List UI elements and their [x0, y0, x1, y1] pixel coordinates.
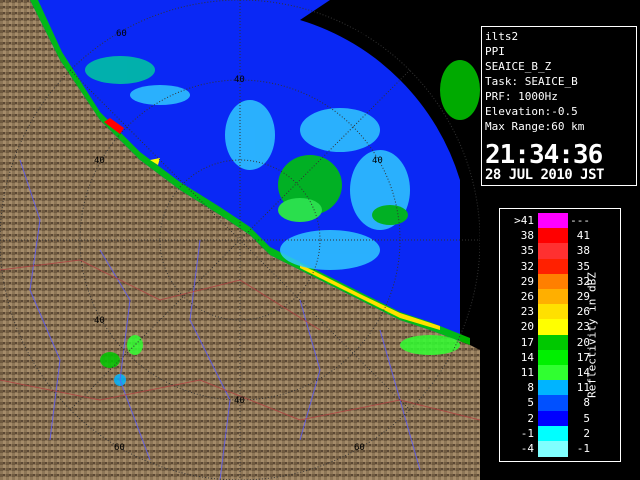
legend-max-label: 5 — [583, 411, 590, 425]
legend-color-swatch — [538, 289, 568, 305]
scan-date: 28 JUL 2010 JST — [485, 167, 604, 183]
legend-min-label: 32 — [520, 259, 534, 273]
ring-label: 60 — [354, 443, 365, 453]
scan-time: 21:34:36 — [485, 140, 603, 170]
ring-label: 40 — [94, 156, 105, 166]
legend-max-label: 8 — [583, 396, 590, 410]
ring-label: 40 — [372, 156, 383, 166]
radar-name: ilts2 — [485, 30, 519, 43]
ring-label: 60 — [116, 29, 127, 39]
product-name: SEAICE_B_Z — [485, 60, 552, 73]
legend-color-swatch — [538, 425, 568, 442]
ring-label: 40 — [234, 75, 245, 85]
legend-color-swatch — [538, 319, 568, 336]
legend-max-label: 29 — [576, 290, 590, 303]
legend-max-label: 35 — [576, 259, 590, 273]
legend-min-label: -1 — [520, 426, 534, 440]
ring-label: 60 — [354, 29, 365, 39]
legend-min-label: 8 — [527, 381, 534, 395]
scan-info-panel: ilts2 PPI SEAICE_B_Z Task: SEAICE_B PRF:… — [481, 26, 637, 186]
legend-min-label: 20 — [520, 320, 534, 334]
legend-max-label: 17 — [576, 350, 590, 364]
legend-max-label: 26 — [576, 305, 590, 319]
elevation-value: Elevation:-0.5 — [485, 105, 578, 118]
legend-min-label: 35 — [520, 244, 534, 258]
prf-value: PRF: 1000Hz — [485, 90, 558, 103]
ring-label: 40 — [234, 396, 245, 406]
legend-color-swatch — [538, 273, 568, 290]
legend-color-swatch — [538, 380, 568, 397]
legend-color-swatch — [538, 441, 568, 457]
legend-min-label: 2 — [527, 411, 534, 425]
legend-color-swatch — [538, 395, 568, 412]
legend-color-swatch — [538, 304, 568, 321]
legend-max-label: 23 — [576, 320, 590, 334]
ring-label: 40 — [94, 316, 105, 326]
legend-max-label: 11 — [576, 381, 590, 395]
reflectivity-legend: Reflectivity in dBZ >41 --- 38 41 35 38 32 35 29… — [499, 208, 621, 462]
legend-min-label: 26 — [520, 290, 534, 303]
legend-color-swatch — [538, 365, 568, 381]
legend-min-label: 17 — [520, 335, 534, 349]
legend-max-label: 32 — [576, 274, 590, 288]
task-name: Task: SEAICE_B — [485, 75, 578, 88]
legend-color-swatch — [538, 258, 568, 275]
legend-color-swatch — [538, 228, 568, 245]
legend-min-label: -4 — [520, 442, 534, 455]
legend-min-label: 29 — [520, 274, 534, 288]
scan-type: PPI — [485, 45, 505, 58]
legend-max-label: -1 — [576, 442, 590, 455]
legend-max-label: 14 — [576, 366, 590, 379]
legend-min-label: 14 — [520, 350, 534, 364]
radar-ppi-display: 60 60 40 40 40 40 40 60 60 — [0, 0, 480, 480]
legend-color-swatch — [538, 243, 568, 260]
legend-color-swatch — [538, 334, 568, 351]
legend-min-label: 38 — [520, 229, 534, 243]
legend-max-label: 2 — [583, 426, 590, 440]
legend-min-label: 23 — [520, 305, 534, 319]
legend-max-label: 41 — [576, 229, 590, 243]
legend-color-swatch — [538, 410, 568, 427]
legend-color-swatch — [538, 349, 568, 366]
legend-min-label: >41 — [514, 214, 534, 227]
legend-min-label: 11 — [520, 366, 534, 379]
max-range-value: Max Range:60 km — [485, 120, 585, 133]
ring-label: 60 — [114, 443, 125, 453]
legend-min-label: 5 — [527, 396, 534, 410]
legend-max-label: --- — [570, 214, 590, 227]
legend-max-label: 20 — [576, 335, 590, 349]
legend-color-swatch — [538, 213, 568, 229]
legend-max-label: 38 — [576, 244, 590, 258]
